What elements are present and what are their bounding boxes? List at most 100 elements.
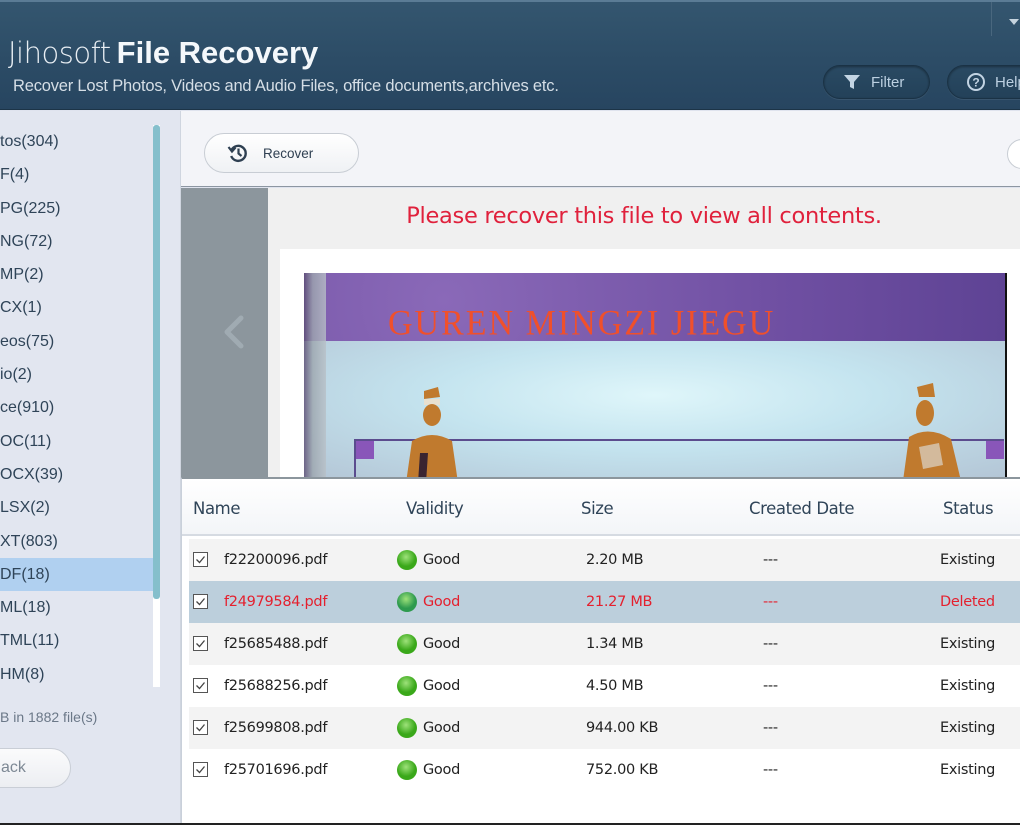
table-row[interactable]: f25701696.pdf Good 752.00 KB --- Existing — [189, 749, 1020, 791]
sidebar-item[interactable]: NG(72) — [0, 225, 153, 258]
help-button[interactable]: ? Help — [947, 65, 1020, 99]
row-checkbox[interactable] — [193, 720, 208, 735]
row-checkbox[interactable] — [193, 552, 208, 567]
file-name: f22200096.pdf — [224, 552, 328, 568]
column-header-size[interactable]: Size — [581, 499, 614, 518]
row-checkbox[interactable] — [193, 678, 208, 693]
previous-file-button[interactable] — [181, 188, 268, 477]
validity-text: Good — [423, 594, 460, 610]
filter-button[interactable]: Filter — [823, 65, 930, 99]
sidebar-item[interactable]: HM(8) — [0, 658, 153, 691]
validity-text: Good — [423, 762, 460, 778]
funnel-icon — [842, 72, 862, 92]
preview-message: Please recover this file to view all con… — [406, 203, 882, 229]
cover-spine — [304, 273, 326, 477]
toolbar-round-button[interactable] — [1007, 139, 1020, 169]
row-checkbox[interactable] — [193, 636, 208, 651]
sidebar-item[interactable]: tos(304) — [0, 125, 153, 158]
checkmark-icon — [196, 682, 205, 690]
row-checkbox[interactable] — [193, 762, 208, 777]
toolbar: Recover — [181, 111, 1020, 187]
row-checkbox[interactable] — [193, 594, 208, 609]
table-row[interactable]: f22200096.pdf Good 2.20 MB --- Existing — [189, 539, 1020, 581]
column-header-name[interactable]: Name — [193, 499, 240, 518]
header-separator — [991, 2, 992, 36]
file-status: Existing — [940, 678, 996, 694]
sidebar-item[interactable]: ce(910) — [0, 391, 153, 424]
validity-text: Good — [423, 636, 460, 652]
sidebar-item[interactable]: XT(803) — [0, 525, 153, 558]
sidebar-item[interactable]: eos(75) — [0, 325, 153, 358]
sidebar-item[interactable]: LSX(2) — [0, 491, 153, 524]
cover-corner — [356, 441, 374, 459]
file-size: 2.20 MB — [586, 552, 644, 568]
created-date: --- — [763, 552, 778, 568]
column-header-validity[interactable]: Validity — [406, 499, 464, 518]
help-label: Help — [995, 73, 1020, 91]
checkmark-icon — [196, 766, 205, 774]
app-title: Jihosoft File Recovery — [8, 35, 318, 71]
created-date: --- — [763, 678, 778, 694]
table-row[interactable]: f25685488.pdf Good 1.34 MB --- Existing — [189, 623, 1020, 665]
sidebar-item[interactable]: CX(1) — [0, 291, 153, 324]
validity-good-icon — [397, 592, 417, 612]
created-date: --- — [763, 720, 778, 736]
app-header: Jihosoft File Recovery Recover Lost Photo… — [0, 0, 1020, 110]
sidebar-item[interactable]: MP(2) — [0, 258, 153, 291]
created-date: --- — [763, 762, 778, 778]
sidebar-item[interactable]: DF(18) — [0, 557, 153, 592]
checkmark-icon — [196, 598, 205, 606]
file-type-sidebar: tos(304) F(4) PG(225) NG(72) MP(2) CX(1) eos(7… — [0, 111, 180, 825]
validity-good-icon — [397, 550, 417, 570]
file-name: f24979584.pdf — [224, 594, 328, 610]
sidebar-item[interactable]: PG(225) — [0, 192, 153, 225]
sidebar-item[interactable]: io(2) — [0, 358, 153, 391]
question-circle-icon: ? — [966, 72, 986, 92]
file-size: 752.00 KB — [586, 762, 659, 778]
column-header-status[interactable]: Status — [943, 499, 994, 518]
file-name: f25701696.pdf — [224, 762, 328, 778]
file-status: Existing — [940, 762, 996, 778]
file-size: 4.50 MB — [586, 678, 644, 694]
table-header: Name Validity Size Created Date Status — [182, 479, 1020, 536]
table-row[interactable]: f25688256.pdf Good 4.50 MB --- Existing — [189, 665, 1020, 707]
sidebar-item[interactable]: OC(11) — [0, 425, 153, 458]
column-header-created-date[interactable]: Created Date — [749, 499, 855, 518]
sidebar-scrollbar-thumb[interactable] — [153, 125, 160, 599]
scan-summary: B in 1882 file(s) — [0, 709, 98, 725]
chevron-left-icon — [224, 315, 244, 349]
checkmark-icon — [196, 556, 205, 564]
validity-text: Good — [423, 720, 460, 736]
dropdown-arrow-icon[interactable] — [1009, 19, 1019, 25]
created-date: --- — [763, 594, 778, 610]
recover-button[interactable]: Recover — [204, 133, 359, 173]
cover-title: GUREN MINGZI JIEGU — [388, 304, 776, 343]
filter-label: Filter — [871, 73, 905, 91]
app-subtitle: Recover Lost Photos, Videos and Audio Fi… — [13, 77, 559, 95]
sidebar-item[interactable]: OCX(39) — [0, 458, 153, 491]
validity-good-icon — [397, 676, 417, 696]
preview-page: GUREN MINGZI JIEGU — [280, 249, 1020, 477]
history-icon — [227, 142, 249, 164]
cover-figure-left — [406, 387, 458, 477]
file-status: Deleted — [940, 594, 995, 610]
cover-corner — [986, 441, 1004, 459]
sidebar-item[interactable]: F(4) — [0, 158, 153, 191]
brand-name: Jihosoft — [8, 36, 111, 70]
back-button[interactable]: ack — [0, 748, 71, 788]
file-size: 1.34 MB — [586, 636, 644, 652]
validity-text: Good — [423, 552, 460, 568]
created-date: --- — [763, 636, 778, 652]
file-size: 21.27 MB — [586, 594, 653, 610]
table-row[interactable]: f25699808.pdf Good 944.00 KB --- Existing — [189, 707, 1020, 749]
validity-text: Good — [423, 678, 460, 694]
file-name: f25699808.pdf — [224, 720, 328, 736]
recover-label: Recover — [263, 145, 314, 161]
validity-good-icon — [397, 760, 417, 780]
file-preview: Please recover this file to view all con… — [181, 188, 1020, 477]
svg-text:?: ? — [972, 76, 979, 90]
file-size: 944.00 KB — [586, 720, 659, 736]
table-row[interactable]: f24979584.pdf Good 21.27 MB --- Deleted — [189, 581, 1020, 623]
sidebar-item[interactable]: TML(11) — [0, 624, 153, 657]
sidebar-item[interactable]: ML(18) — [0, 591, 153, 624]
